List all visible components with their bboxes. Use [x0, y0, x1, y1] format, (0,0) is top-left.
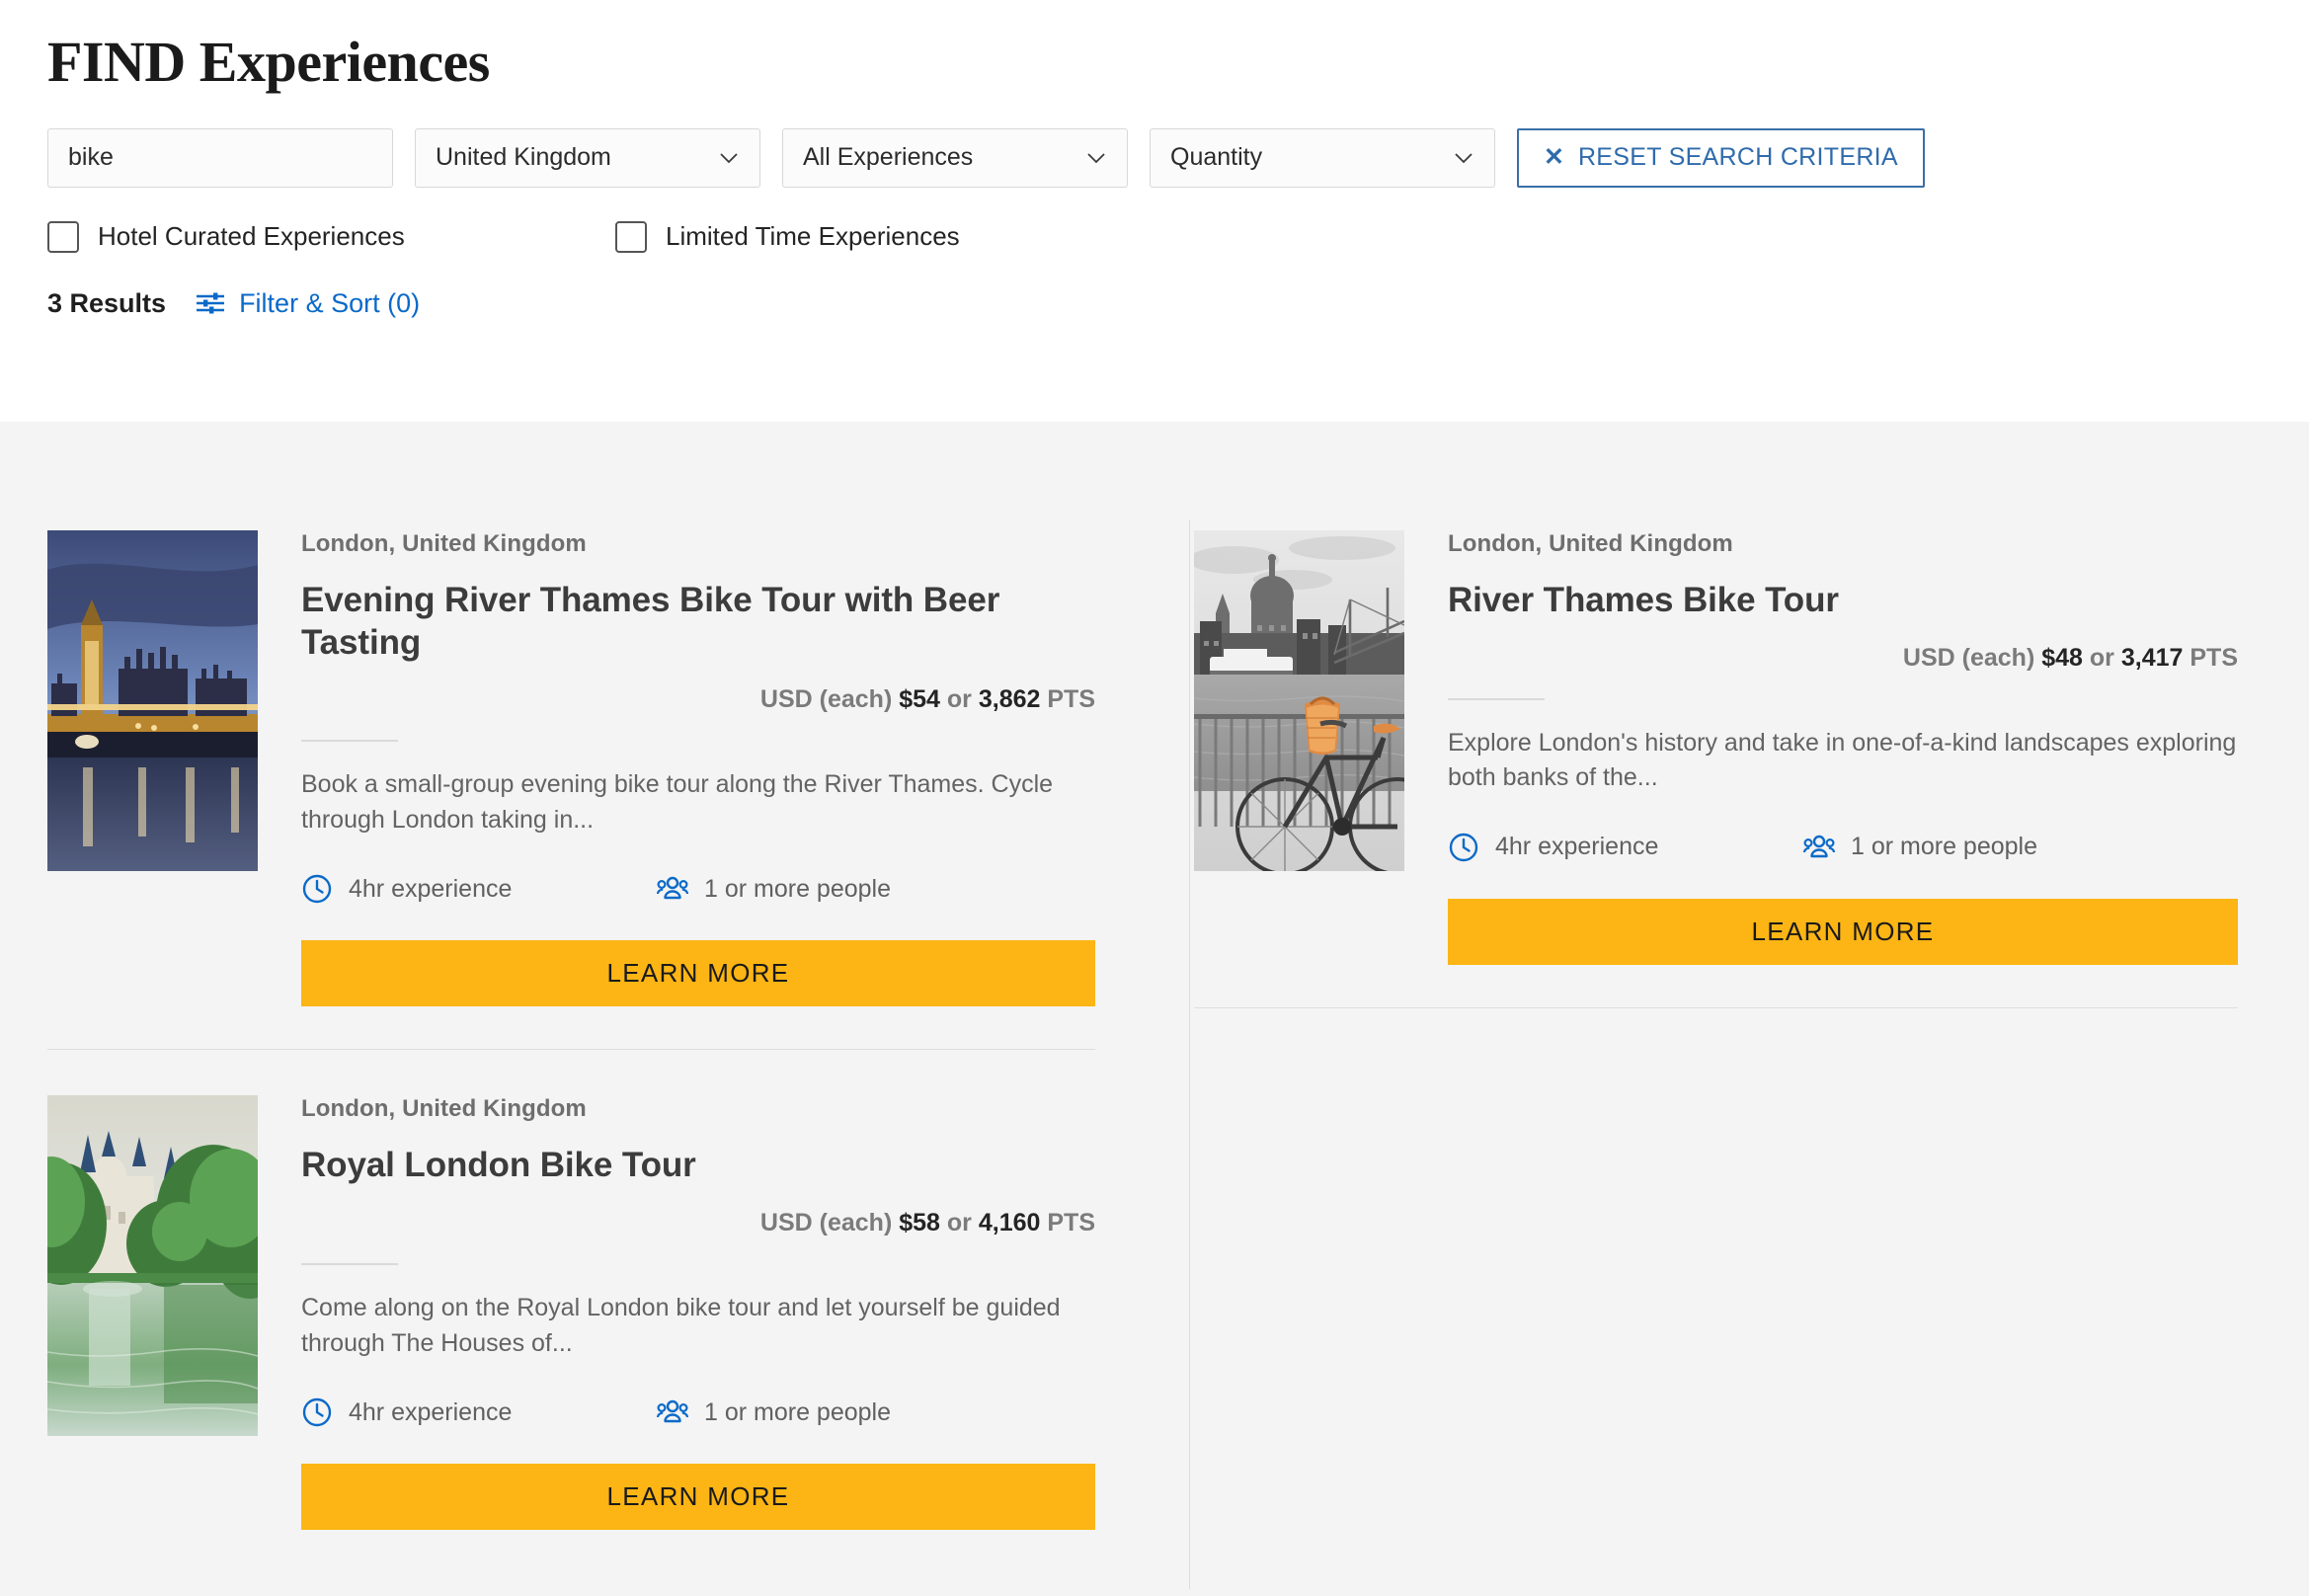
chevron-down-icon	[1453, 147, 1474, 169]
price-points: 4,160	[979, 1209, 1041, 1237]
experience-duration: 4hr experience	[301, 1396, 657, 1428]
experience-description: Explore London's history and take in one…	[1448, 726, 2238, 796]
price-or: or	[2090, 644, 2114, 672]
experience-group-size: 1 or more people	[657, 1396, 891, 1428]
price-or: or	[947, 685, 972, 713]
learn-more-button[interactable]: LEARN MORE	[301, 1464, 1095, 1530]
learn-more-button[interactable]: LEARN MORE	[1448, 899, 2238, 965]
reset-search-criteria-label: RESET SEARCH CRITERIA	[1578, 143, 1898, 172]
experience-duration: 4hr experience	[301, 873, 657, 905]
people-group-icon	[1803, 832, 1835, 863]
divider	[301, 1263, 398, 1265]
experience-duration-text: 4hr experience	[349, 1398, 512, 1427]
search-input[interactable]: bike	[47, 128, 393, 188]
price-currency-label: USD (each)	[1903, 644, 2034, 672]
results-grid: London, United Kingdom Evening River Tha…	[47, 422, 2262, 1530]
experience-type-select[interactable]: All Experiences	[782, 128, 1128, 188]
experience-group-size-text: 1 or more people	[704, 875, 891, 904]
price-points-unit: PTS	[1047, 685, 1095, 713]
experience-group-size-text: 1 or more people	[1851, 833, 2037, 861]
checkbox-row: Hotel Curated Experiences Limited Time E…	[47, 221, 2309, 253]
card-separator	[47, 1049, 1095, 1050]
price-points-unit: PTS	[2190, 644, 2238, 672]
results-summary-row: 3 Results Filter & Sort (0)	[47, 288, 2309, 319]
price-points-unit: PTS	[1047, 1209, 1095, 1237]
clock-icon	[1448, 832, 1479, 863]
country-select[interactable]: United Kingdom	[415, 128, 760, 188]
country-select-value: United Kingdom	[436, 143, 611, 172]
checkbox-hotel-curated-experiences[interactable]: Hotel Curated Experiences	[47, 221, 615, 253]
checkbox-box[interactable]	[47, 221, 79, 253]
experience-description: Come along on the Royal London bike tour…	[301, 1291, 1095, 1361]
people-group-icon	[657, 1396, 688, 1428]
experience-duration: 4hr experience	[1448, 832, 1803, 863]
quantity-select[interactable]: Quantity	[1150, 128, 1495, 188]
westminster-night-thumbnail[interactable]	[47, 530, 258, 871]
experience-card[interactable]: London, United Kingdom Royal London Bike…	[47, 1095, 1095, 1530]
experience-card-body: London, United Kingdom River Thames Bike…	[1448, 530, 2238, 965]
search-input-value: bike	[68, 143, 114, 172]
experience-group-size-text: 1 or more people	[704, 1398, 891, 1427]
experience-location: London, United Kingdom	[1448, 530, 2238, 558]
checkbox-label: Hotel Curated Experiences	[98, 221, 405, 252]
checkbox-box[interactable]	[615, 221, 647, 253]
search-controls-row: bike United Kingdom All Experiences Quan…	[47, 128, 2309, 188]
experience-card[interactable]: London, United Kingdom Evening River Tha…	[47, 530, 1095, 1006]
results-column-right: London, United Kingdom River Thames Bike…	[1143, 530, 2238, 1530]
experience-description: Book a small-group evening bike tour alo…	[301, 767, 1095, 838]
checkbox-label: Limited Time Experiences	[666, 221, 960, 252]
experience-card-body: London, United Kingdom Royal London Bike…	[301, 1095, 1095, 1530]
experience-meta-row: 4hr experience	[1448, 832, 2238, 863]
price-currency-label: USD (each)	[760, 685, 892, 713]
st-james-park-thumbnail[interactable]	[47, 1095, 258, 1436]
price-currency-label: USD (each)	[760, 1209, 892, 1237]
experience-location: London, United Kingdom	[301, 530, 1095, 558]
experience-title[interactable]: River Thames Bike Tour	[1448, 580, 2238, 622]
experience-price: USD (each) $58 or 4,160 PTS	[301, 1209, 1095, 1237]
page-title: FIND Experiences	[47, 0, 2309, 96]
experience-price: USD (each) $48 or 3,417 PTS	[1448, 644, 2238, 673]
card-separator	[1194, 1007, 2238, 1008]
clock-icon	[301, 1396, 333, 1428]
bicycle-thames-bw-thumbnail[interactable]	[1194, 530, 1404, 871]
clock-icon	[301, 873, 333, 905]
divider	[301, 740, 398, 742]
results-column-left: London, United Kingdom Evening River Tha…	[47, 530, 1143, 1530]
experience-meta-row: 4hr experience	[301, 873, 1095, 905]
price-or: or	[947, 1209, 972, 1237]
chevron-down-icon	[718, 147, 740, 169]
experience-card-body: London, United Kingdom Evening River Tha…	[301, 530, 1095, 1006]
price-amount: $54	[899, 685, 940, 713]
experience-group-size: 1 or more people	[657, 873, 891, 905]
close-icon: ✕	[1544, 145, 1564, 170]
quantity-select-value: Quantity	[1170, 143, 1262, 172]
experience-title[interactable]: Royal London Bike Tour	[301, 1145, 1095, 1187]
checkbox-limited-time-experiences[interactable]: Limited Time Experiences	[615, 221, 960, 253]
price-points: 3,862	[979, 685, 1041, 713]
reset-search-criteria-button[interactable]: ✕ RESET SEARCH CRITERIA	[1517, 128, 1925, 188]
price-amount: $58	[899, 1209, 940, 1237]
people-group-icon	[657, 873, 688, 905]
experience-meta-row: 4hr experience	[301, 1396, 1095, 1428]
results-area: London, United Kingdom Evening River Tha…	[0, 422, 2309, 1596]
column-divider	[1189, 520, 1190, 1589]
filter-sliders-icon	[196, 291, 225, 315]
experience-group-size: 1 or more people	[1803, 832, 2037, 863]
experience-card[interactable]: London, United Kingdom River Thames Bike…	[1194, 530, 2238, 965]
experience-price: USD (each) $54 or 3,862 PTS	[301, 685, 1095, 714]
chevron-down-icon	[1085, 147, 1107, 169]
search-header: FIND Experiences bike United Kingdom All…	[0, 0, 2309, 422]
filter-and-sort-label: Filter & Sort (0)	[239, 288, 420, 319]
experience-title[interactable]: Evening River Thames Bike Tour with Beer…	[301, 580, 1095, 664]
experience-duration-text: 4hr experience	[1495, 833, 1658, 861]
experience-duration-text: 4hr experience	[349, 875, 512, 904]
price-points: 3,417	[2121, 644, 2184, 672]
filter-and-sort-button[interactable]: Filter & Sort (0)	[196, 288, 420, 319]
results-count: 3 Results	[47, 288, 166, 319]
price-amount: $48	[2041, 644, 2083, 672]
experience-location: London, United Kingdom	[301, 1095, 1095, 1123]
divider	[1448, 698, 1545, 700]
experience-type-select-value: All Experiences	[803, 143, 973, 172]
learn-more-button[interactable]: LEARN MORE	[301, 940, 1095, 1006]
